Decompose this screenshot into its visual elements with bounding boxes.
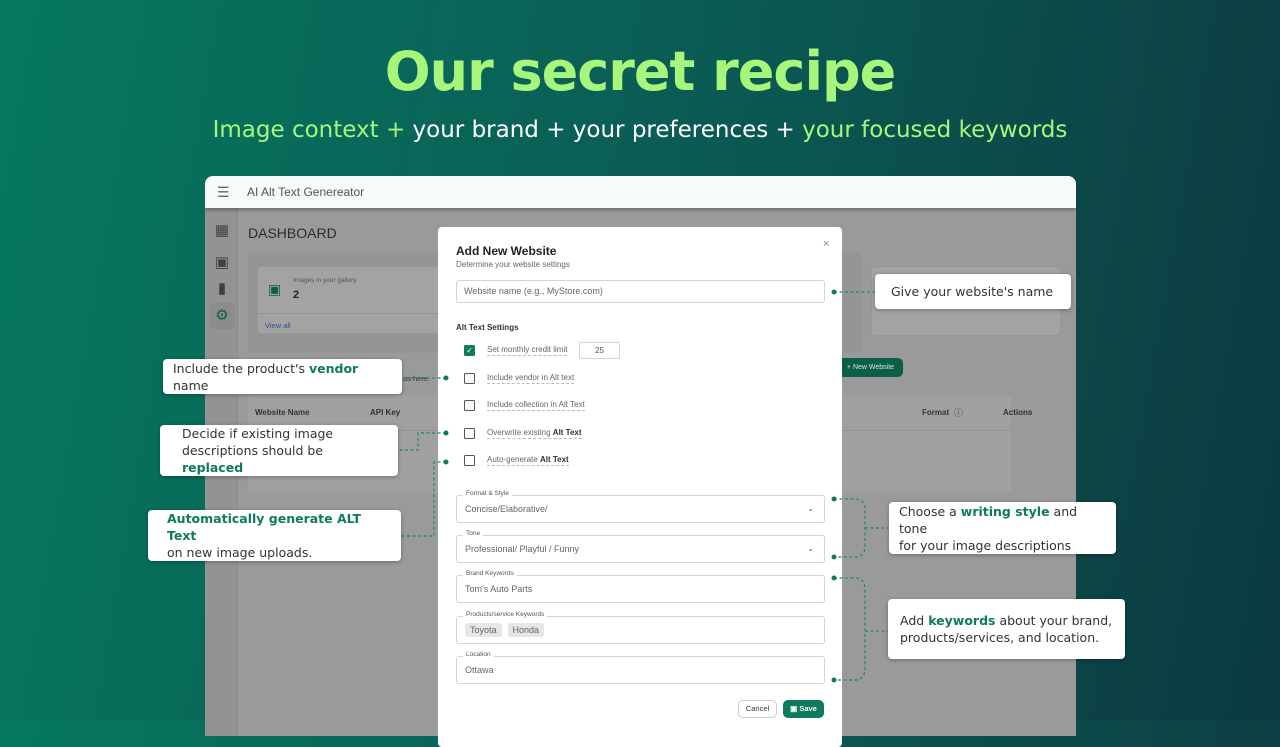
callout-text: products/services, and location.: [900, 630, 1100, 645]
callout-text: descriptions should be replaced: [182, 443, 323, 475]
callout-website-name: Give your website's name: [875, 274, 1071, 309]
callout-text: Decide if existing image: [182, 426, 334, 441]
connector-dot: [443, 459, 449, 465]
callout-text: Add keywords about your brand,: [900, 613, 1113, 628]
callout-replace: Decide if existing image descriptions sho…: [160, 425, 398, 476]
callout-text: on new image uploads.: [167, 545, 313, 560]
connector: [834, 498, 889, 558]
callout-text: Automatically generate ALT Text: [167, 511, 362, 543]
connector: [834, 577, 888, 681]
callout-writing-style: Choose a writing style and tone for your …: [889, 502, 1116, 554]
connector-dot: [831, 575, 837, 581]
callout-text: Choose a writing style and tone: [899, 503, 1078, 536]
callout-keywords: Add keywords about your brand, products/s…: [888, 599, 1125, 659]
connector: [398, 432, 446, 451]
connector-dot: [831, 677, 837, 683]
connector: [401, 461, 446, 537]
callout-text: Include the product's vendor name: [173, 360, 359, 393]
callout-vendor: Include the product's vendor name: [163, 359, 402, 394]
callout-text: for your image descriptions: [899, 537, 1072, 553]
callout-text: Give your website's name: [891, 284, 1054, 299]
connector-dot: [831, 554, 837, 560]
connector-dot: [831, 496, 837, 502]
connector-dot: [443, 375, 449, 381]
callout-auto-generate: Automatically generate ALT Text on new im…: [148, 510, 401, 561]
connector-dot: [443, 430, 449, 436]
connector-dot: [831, 289, 837, 295]
